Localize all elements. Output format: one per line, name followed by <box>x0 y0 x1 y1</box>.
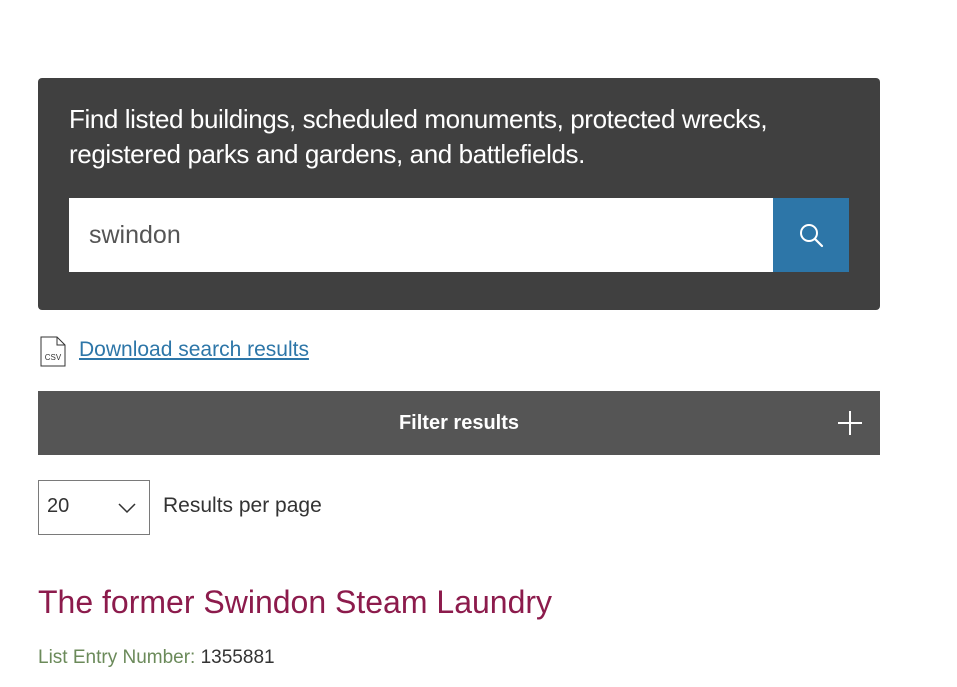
csv-icon-label: CSV <box>45 353 62 362</box>
list-entry-number: List Entry Number: 1355881 <box>38 647 275 669</box>
search-button[interactable] <box>773 198 849 272</box>
list-entry-value: 1355881 <box>200 647 275 668</box>
search-icon <box>800 224 824 248</box>
chevron-down-icon <box>118 503 136 514</box>
download-search-results-link[interactable]: Download search results <box>79 338 309 362</box>
csv-file-icon: CSV <box>40 336 66 367</box>
plus-icon <box>838 411 862 435</box>
results-per-page-label: Results per page <box>163 494 322 517</box>
search-panel: Find listed buildings, scheduled monumen… <box>38 78 880 310</box>
results-per-page-select[interactable]: 20 <box>38 480 150 535</box>
list-entry-label: List Entry Number: <box>38 647 196 668</box>
search-input[interactable] <box>69 198 773 272</box>
search-intro-text: Find listed buildings, scheduled monumen… <box>69 104 768 169</box>
result-title-link[interactable]: The former Swindon Steam Laundry <box>38 584 552 621</box>
filter-results-label: Filter results <box>398 412 520 434</box>
filter-results-toggle[interactable]: Filter results <box>38 391 880 455</box>
per-page-value: 20 <box>47 495 70 517</box>
